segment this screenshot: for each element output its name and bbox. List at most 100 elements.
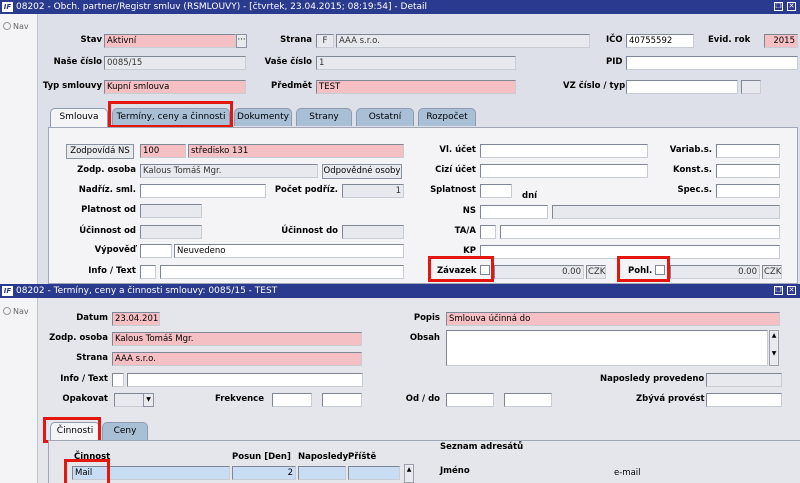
info-text-label-2: Info / Text (60, 374, 108, 384)
stav-field[interactable]: Aktivní (104, 34, 236, 48)
ns-right-name-field[interactable] (552, 205, 780, 219)
vypoved-label: Výpověď (94, 245, 136, 255)
spec-field[interactable] (716, 184, 780, 198)
vz-cislo-field[interactable] (626, 80, 738, 94)
strana-field[interactable]: AAA s.r.o. (336, 34, 590, 48)
zodp-osoba-field[interactable]: Kalous Tomáš Mgr. (140, 164, 318, 178)
naposledy-provedeno-label: Naposledy provedeno (600, 374, 705, 384)
opakovat-select[interactable] (114, 393, 144, 407)
col-naposledy: Naposledy (298, 452, 349, 462)
app-logo-icon: IF (2, 2, 13, 12)
obsah-field[interactable] (446, 330, 768, 366)
strana-code-field[interactable]: F (316, 34, 334, 48)
zodp-osoba-label: Zodp. osoba (77, 165, 136, 175)
posun-cell[interactable]: 2 (232, 466, 296, 480)
zavazek-checkbox[interactable] (480, 265, 490, 275)
pocet-podriz-field[interactable]: 1 (342, 184, 404, 198)
typ-smlouvy-label: Typ smlouvy (42, 81, 102, 91)
info-text-field-2[interactable] (127, 373, 363, 387)
cinnost-cell[interactable]: Mail (72, 466, 230, 480)
zavazek-currency[interactable]: CZK (586, 265, 606, 279)
vase-cislo-field[interactable]: 1 (316, 56, 516, 70)
predmet-field[interactable]: TEST (316, 80, 516, 94)
datum-field[interactable]: 23.04.2015 (112, 312, 160, 326)
zbyva-provest-field[interactable] (706, 393, 782, 407)
tab-dokumenty[interactable]: Dokumenty (234, 108, 292, 126)
close-icon-2[interactable]: ✕ (787, 286, 796, 295)
ta-a-field[interactable] (500, 225, 780, 239)
vl-ucet-field[interactable] (480, 144, 648, 158)
close-icon[interactable]: ✕ (787, 2, 796, 11)
vz-typ-field[interactable] (741, 80, 761, 94)
app-logo-icon-2: IF (2, 286, 13, 296)
variab-label: Variab.s. (669, 145, 712, 155)
konst-field[interactable] (716, 164, 780, 178)
pohl-field[interactable]: 0.00 (670, 265, 760, 279)
do-field[interactable] (504, 393, 552, 407)
window2-title-bar[interactable]: IF 08202 - Termíny, ceny a činnosti smlo… (0, 284, 800, 298)
ico-field[interactable]: 40755592 (626, 34, 694, 48)
odpovedne-osoby-button[interactable]: Odpovědné osoby (322, 164, 402, 179)
ta-a-code-field[interactable] (480, 225, 496, 239)
restore-icon-2[interactable]: ❐ (774, 286, 783, 295)
col-cinnost: Činnost (74, 452, 111, 462)
opakovat-dropdown-icon[interactable]: ▼ (143, 393, 154, 407)
obsah-scrollbar[interactable]: ▲ ▼ (769, 330, 779, 366)
grid-scrollbar[interactable]: ▲ (404, 464, 414, 483)
ns-code-field[interactable]: 100 (140, 144, 186, 158)
zavazek-field[interactable]: 0.00 (494, 265, 584, 279)
ucinnost-do-label: Účinnost do (281, 226, 338, 236)
pohl-checkbox[interactable] (655, 265, 665, 275)
vase-cislo-label: Vaše číslo (264, 57, 312, 67)
zodpovida-ns-button[interactable]: Zodpovídá NS (66, 144, 134, 159)
tab-strany[interactable]: Strany (296, 108, 352, 126)
ucinnost-do-field[interactable] (342, 225, 404, 239)
pid-field[interactable] (626, 56, 798, 70)
typ-smlouvy-field[interactable]: Kupní smlouva (104, 80, 246, 94)
info-text-field[interactable] (160, 265, 404, 279)
restore-icon[interactable]: ❐ (774, 2, 783, 11)
tab-smlouva[interactable]: Smlouva (50, 108, 108, 128)
strana-field-2[interactable]: AAA s.r.o. (112, 352, 362, 366)
ucinnost-od-field[interactable] (140, 225, 202, 239)
kp-label: KP (463, 246, 476, 256)
tab-ostatni[interactable]: Ostatní (356, 108, 414, 126)
priste-cell[interactable] (348, 466, 400, 480)
pohl-currency[interactable]: CZK (762, 265, 782, 279)
nav-toggle-2[interactable]: Nav (3, 307, 29, 316)
cizi-ucet-field[interactable] (480, 164, 648, 178)
vypoved-field[interactable]: Neuvedeno (174, 244, 404, 258)
zavazek-label: Závazek (437, 266, 477, 276)
nav-icon-2 (3, 307, 11, 315)
naposledy-provedeno-field[interactable] (706, 373, 782, 387)
nav-icon (3, 22, 11, 30)
od-field[interactable] (446, 393, 494, 407)
tab-rozpocet[interactable]: Rozpočet (418, 108, 476, 126)
tab-terminy[interactable]: Termíny, ceny a činnosti (112, 108, 230, 126)
stav-lookup-button[interactable]: ··· (236, 34, 247, 48)
popis-field[interactable]: Smlouva účinná do (446, 312, 780, 326)
stav-label: Stav (80, 35, 102, 45)
frekvence-unit-field[interactable] (322, 393, 362, 407)
vypoved-code-field[interactable] (140, 244, 172, 258)
nav-toggle[interactable]: Nav (3, 22, 29, 31)
window-title-bar[interactable]: IF 08202 - Obch. partner/Registr smluv (… (0, 0, 800, 14)
platnost-od-field[interactable] (140, 204, 202, 218)
ns-right-field[interactable] (480, 205, 548, 219)
variab-field[interactable] (716, 144, 780, 158)
tab-cinnosti[interactable]: Činnosti (50, 422, 100, 442)
kp-field[interactable] (480, 245, 780, 259)
splatnost-field[interactable] (480, 184, 512, 198)
frekvence-field[interactable] (272, 393, 312, 407)
nadriz-sml-field[interactable] (140, 184, 266, 198)
info-code-field[interactable] (140, 265, 156, 279)
naposledy-cell[interactable] (298, 466, 346, 480)
evid-rok-field[interactable]: 2015 (764, 34, 798, 48)
tab-ceny[interactable]: Ceny (102, 422, 148, 440)
predmet-label: Předmět (271, 81, 312, 91)
ns-name-field[interactable]: středisko 131 (188, 144, 404, 158)
nase-cislo-field[interactable]: 0085/15 (104, 56, 246, 70)
ta-a-label: TA/A (454, 226, 476, 236)
zodp-osoba-field-2[interactable]: Kalous Tomáš Mgr. (112, 332, 362, 346)
info-code-field-2[interactable] (112, 373, 124, 387)
